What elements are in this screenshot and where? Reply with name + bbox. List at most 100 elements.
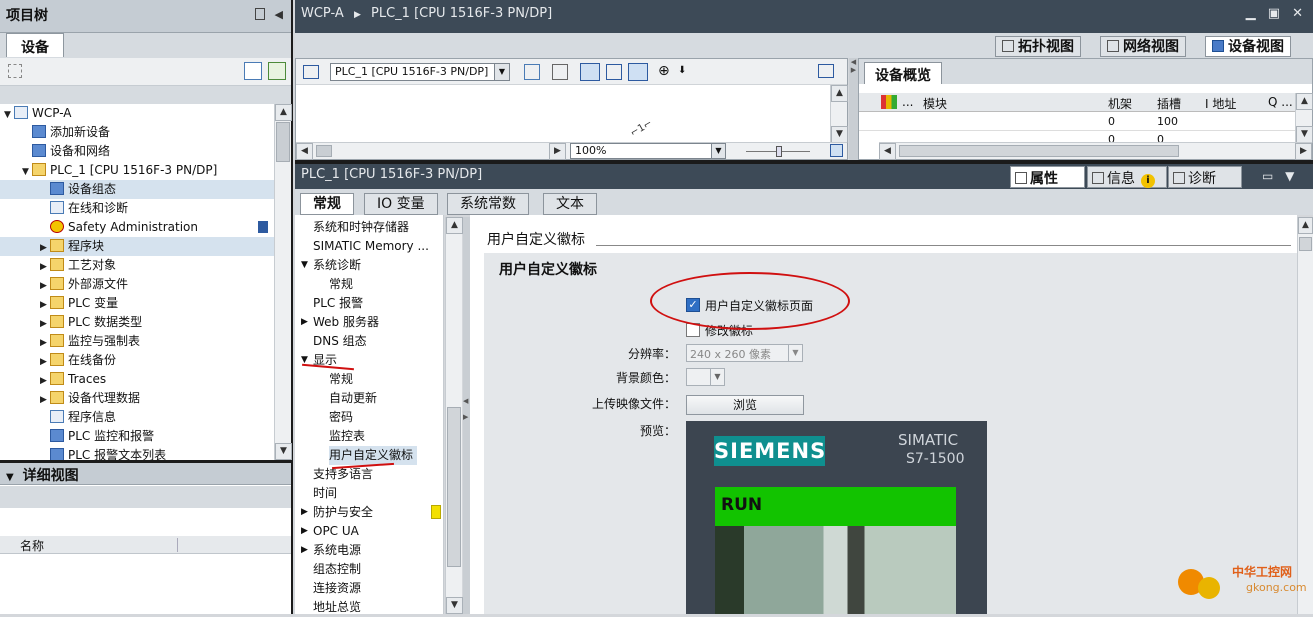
scroll-down-icon[interactable]: ▼ (831, 126, 848, 143)
fit-icon[interactable] (830, 144, 843, 157)
download-icon[interactable]: ⬇ (678, 65, 686, 76)
tree-item[interactable]: ▼ PLC_1 [CPU 1516F-3 PN/DP] (0, 161, 275, 180)
tab-network-view[interactable]: 网络视图 (1100, 36, 1186, 57)
tree-item[interactable]: 设备和网络 (0, 142, 275, 161)
scroll-up-icon[interactable]: ▲ (1296, 93, 1313, 110)
nav-item[interactable]: 用户自定义徽标 (329, 446, 418, 465)
graphic-hscroll[interactable]: ◀ ▶ 100% ▼ (296, 142, 847, 160)
tree-item[interactable]: ▶ 外部源文件 (0, 275, 275, 294)
column-header-i-address[interactable]: I 地址 (1205, 95, 1236, 112)
scroll-up-icon[interactable]: ▲ (1298, 217, 1313, 234)
content-scrollbar[interactable]: ▲ (1297, 217, 1313, 614)
nav-item[interactable]: 自动更新 (329, 389, 377, 408)
tree-item[interactable]: 添加新设备 (0, 123, 275, 142)
tree-item[interactable]: ▶ Traces (0, 370, 275, 389)
scroll-down-icon[interactable]: ▼ (275, 443, 292, 460)
nav-item[interactable]: 系统和时钟存储器 (313, 218, 409, 237)
nav-item[interactable]: 时间 (313, 484, 337, 503)
column-header-slot[interactable]: 插槽 (1157, 95, 1181, 112)
new-item-icon[interactable] (8, 64, 22, 78)
nav-item[interactable]: ▶ Web 服务器 (301, 313, 379, 332)
nav-item[interactable]: PLC 报警 (313, 294, 363, 313)
detail-view-header[interactable]: ▼ 详细视图 (0, 463, 291, 485)
pin-icon[interactable] (255, 8, 265, 20)
nav-item[interactable]: DNS 组态 (313, 332, 367, 351)
column-header-name[interactable]: 名称 (20, 537, 44, 554)
tree-item[interactable]: ▶ PLC 数据类型 (0, 313, 275, 332)
nav-item[interactable]: 地址总览 (313, 598, 361, 617)
scroll-thumb[interactable] (447, 407, 461, 567)
tab-general[interactable]: 常规 (300, 193, 354, 215)
device-nav-icon[interactable] (303, 65, 319, 79)
scroll-down-icon[interactable]: ▼ (446, 597, 463, 614)
nav-item[interactable]: 连接资源 (313, 579, 361, 598)
breadcrumb-device[interactable]: PLC_1 [CPU 1516F-3 PN/DP] (371, 6, 552, 21)
tab-io-tags[interactable]: IO 变量 (364, 193, 438, 215)
expanded-icon[interactable]: ▼ (301, 256, 308, 275)
tab-topology-view[interactable]: 拓扑视图 (995, 36, 1081, 57)
tab-texts[interactable]: 文本 (543, 193, 597, 215)
resolution-select[interactable]: 240 x 260 像素 ▼ (686, 344, 803, 362)
tab-diagnostics[interactable]: 诊断 (1168, 166, 1242, 188)
zoom-icon[interactable]: ⊕ (658, 63, 670, 79)
nav-item[interactable]: ▼ 系统诊断 (301, 256, 361, 275)
scroll-left-icon[interactable]: ◀ (296, 143, 313, 160)
bgcolor-select[interactable]: ▼ (686, 368, 725, 386)
chevron-down-icon[interactable]: ▼ (494, 64, 509, 80)
expand-icon[interactable]: ▶ (301, 503, 308, 522)
table-icon[interactable] (628, 63, 648, 81)
zoom-select[interactable]: 100% ▼ (570, 143, 726, 159)
hscroll-thumb[interactable] (899, 145, 1179, 157)
nav-item[interactable]: 组态控制 (313, 560, 361, 579)
scroll-down-icon[interactable]: ▼ (1296, 126, 1313, 143)
overview-vscroll[interactable]: ▲ ▼ (1295, 93, 1313, 143)
zoom-slider-thumb[interactable] (776, 146, 782, 157)
pencil-icon[interactable] (580, 63, 600, 81)
scroll-thumb[interactable] (1299, 237, 1312, 251)
column-header-q-address[interactable]: Q ... (1268, 95, 1293, 109)
scroll-up-icon[interactable]: ▲ (831, 85, 848, 102)
device-select[interactable]: PLC_1 [CPU 1516F-3 PN/DP] ▼ (330, 63, 510, 81)
nav-item[interactable]: 常规 (329, 275, 353, 294)
tree-item[interactable]: ▶ PLC 变量 (0, 294, 275, 313)
tab-properties[interactable]: 属性 (1010, 166, 1085, 188)
expand-icon[interactable]: ▶ (301, 541, 308, 560)
tree-item[interactable]: PLC 报警文本列表 (0, 446, 275, 460)
nav-item[interactable]: ▶ 系统电源 (301, 541, 361, 560)
nav-scrollbar[interactable]: ▲ ▼ (445, 217, 463, 614)
tab-info[interactable]: 信息 i (1087, 166, 1167, 188)
scroll-right-icon[interactable]: ▶ (1295, 143, 1312, 160)
tab-device-overview[interactable]: 设备概览 (864, 62, 942, 84)
tree-item[interactable]: ▶ 设备代理数据 (0, 389, 275, 408)
tree-item[interactable]: PLC 监控和报警 (0, 427, 275, 446)
tree-item[interactable]: 设备组态 (0, 180, 275, 199)
nav-item[interactable]: ▶ OPC UA (301, 522, 359, 541)
splitter[interactable]: ◀ ▶ (849, 58, 858, 160)
table-row[interactable]: 0 100 (859, 113, 1295, 131)
scroll-up-icon[interactable]: ▲ (446, 217, 463, 234)
chevron-down-icon[interactable]: ▼ (711, 144, 725, 158)
tab-device-view[interactable]: 设备视图 (1205, 36, 1291, 57)
tree-item[interactable]: ▶ 监控与强制表 (0, 332, 275, 351)
column-header-module[interactable]: 模块 (923, 95, 947, 112)
tree-item[interactable]: Safety Administration (0, 218, 275, 237)
chevron-down-icon[interactable]: ▼ (710, 369, 724, 385)
network-icon[interactable] (268, 62, 286, 80)
nav-item[interactable]: 密码 (329, 408, 353, 427)
nav-item[interactable]: 常规 (329, 370, 353, 389)
scroll-thumb[interactable] (276, 122, 290, 162)
expand-icon[interactable]: ▶ (301, 313, 308, 332)
chevron-down-icon[interactable]: ▼ (788, 345, 802, 361)
scroll-left-icon[interactable]: ◀ (879, 143, 896, 160)
expand-icon[interactable]: ▶ (301, 522, 308, 541)
column-header-rack[interactable]: 机架 (1108, 95, 1132, 112)
browse-button[interactable]: 浏览 (686, 395, 804, 415)
overview-icon[interactable] (818, 64, 834, 78)
name-icon[interactable] (552, 64, 568, 80)
tab-system-constants[interactable]: 系统常数 (447, 193, 529, 215)
nav-item[interactable]: ▶ 防护与安全 (301, 503, 373, 522)
tab-devices[interactable]: 设备 (6, 33, 64, 57)
tree-item[interactable]: ▶ 程序块 (0, 237, 275, 256)
collapse-icon[interactable]: ◀ (275, 8, 283, 21)
tree-scrollbar[interactable]: ▲ ▼ (274, 104, 292, 460)
